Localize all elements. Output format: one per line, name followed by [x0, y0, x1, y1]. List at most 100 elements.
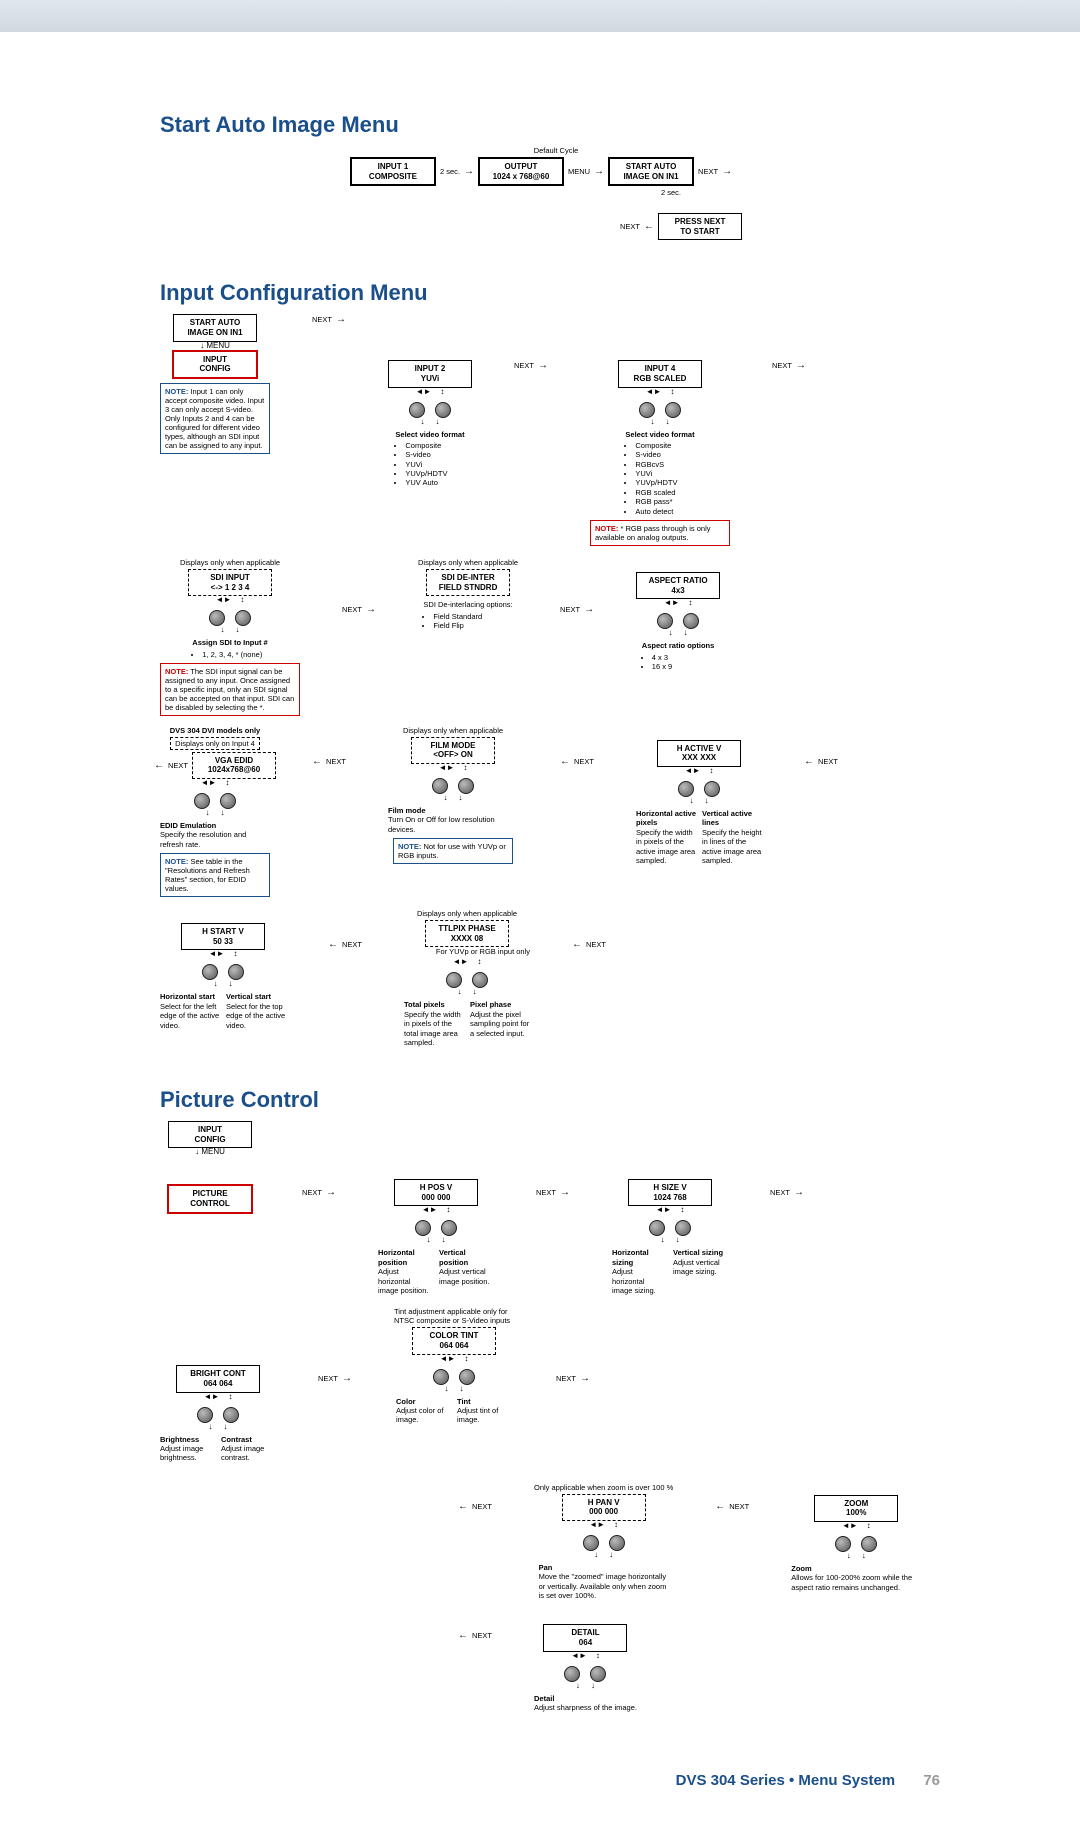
next-label: NEXT	[574, 757, 594, 766]
displays-only-label: Displays only when applicable	[418, 558, 518, 567]
section2-heading: Input Configuration Menu	[160, 280, 940, 306]
next-label: NEXT	[472, 1502, 492, 1511]
adjust-knob	[432, 778, 448, 794]
input1-box: INPUT 1 COMPOSITE	[350, 157, 436, 186]
sdi-de-opts: SDI De-interlacing options: Field Standa…	[423, 600, 512, 630]
section-picture-control: Picture Control INPUT CONFIG ↓ MENU PICT…	[160, 1087, 940, 1712]
input1-note: NOTE: Input 1 can only accept composite …	[160, 383, 270, 454]
edid-note: NOTE: See table in the "Resolutions and …	[160, 853, 270, 897]
next-label: NEXT	[302, 1188, 322, 1197]
adjust-knob	[704, 781, 720, 797]
sdi-deinter-box: SDI DE-INTER FIELD STNDRD	[426, 569, 510, 596]
adjust-knob	[590, 1666, 606, 1682]
sdi-note: NOTE: The SDI input signal can be assign…	[160, 663, 300, 716]
sdi-input-box: SDI INPUT <-> 1 2 3 4	[188, 569, 272, 596]
arrow-left-icon	[715, 1501, 725, 1512]
adjust-knob	[861, 1536, 877, 1552]
assign-sdi: Assign SDI to Input # 1, 2, 3, 4, * (non…	[192, 638, 267, 659]
arrow-icon	[580, 1373, 590, 1384]
start-auto-top-box: START AUTO IMAGE ON IN1	[173, 314, 257, 341]
menu-label: MENU	[568, 167, 590, 176]
arrow-left-icon	[458, 1630, 468, 1641]
next-label: NEXT	[536, 1188, 556, 1197]
top-gradient-bar	[0, 0, 1080, 32]
arrow-left-icon	[644, 221, 654, 232]
displays-only-label: Displays only when applicable	[403, 726, 503, 735]
arrow-left-icon	[312, 756, 322, 767]
zoom-box: ZOOM 100%	[814, 1495, 898, 1522]
input-config-box: INPUT CONFIG	[168, 1121, 252, 1148]
next-label: NEXT	[818, 757, 838, 766]
adjust-knob	[228, 964, 244, 980]
adjust-knob	[675, 1220, 691, 1236]
adjust-knob	[235, 610, 251, 626]
ar-opts: Aspect ratio options 4 x 3 16 x 9	[642, 641, 715, 671]
footer-page-number: 76	[923, 1772, 940, 1789]
next-label: NEXT	[472, 1631, 492, 1640]
tint-top-label: Tint adjustment applicable only for NTSC…	[394, 1307, 514, 1325]
displays-only-label: Displays only when applicable	[180, 558, 280, 567]
pan-top-label: Only applicable when zoom is over 100 %	[534, 1483, 673, 1492]
next-label: NEXT	[772, 361, 792, 370]
adjust-knob	[202, 964, 218, 980]
next-label: NEXT	[698, 167, 718, 176]
next-label: NEXT	[514, 361, 534, 370]
adjust-knob	[609, 1535, 625, 1551]
menu-label: MENU	[206, 341, 230, 350]
ttl-note: For YUVp or RGB input only	[436, 947, 530, 956]
adjust-knob	[197, 1407, 213, 1423]
adjust-knob	[639, 402, 655, 418]
default-cycle-label: Default Cycle	[534, 146, 579, 155]
input4-box: INPUT 4 RGB SCALED	[618, 360, 702, 387]
detail-box: DETAIL 064	[543, 1624, 627, 1651]
next-label: NEXT	[312, 315, 332, 324]
arrow-left-icon	[560, 756, 570, 767]
next-label: NEXT	[586, 940, 606, 949]
arrow-icon	[342, 1373, 352, 1384]
adjust-knob	[564, 1666, 580, 1682]
arrow-icon	[796, 360, 806, 371]
arrow-left-icon	[328, 939, 338, 950]
adjust-knob	[683, 613, 699, 629]
adjust-knob	[223, 1407, 239, 1423]
adjust-knob	[657, 613, 673, 629]
start-auto-box: START AUTO IMAGE ON IN1	[608, 157, 694, 186]
dvs-only-label: DVS 304 DVI models only	[170, 726, 260, 735]
hactive-box: H ACTIVE V XXX XXX	[657, 740, 741, 767]
adjust-knob	[678, 781, 694, 797]
adjust-knob	[459, 1369, 475, 1385]
adjust-knob	[583, 1535, 599, 1551]
arrow-icon	[464, 166, 474, 177]
color-tint-box: COLOR TINT 064 064	[412, 1327, 496, 1354]
svf-input2: Select video format Composite S-video YU…	[395, 430, 464, 488]
section3-heading: Picture Control	[160, 1087, 940, 1113]
arrow-left-icon	[804, 756, 814, 767]
vga-edid-box: VGA EDID 1024x768@60	[192, 752, 276, 779]
arrow-icon	[594, 166, 604, 177]
adjust-knob	[220, 793, 236, 809]
next-label: NEXT	[560, 605, 580, 614]
press-next-box: PRESS NEXT TO START	[658, 213, 742, 240]
arrow-icon	[722, 166, 732, 177]
adjust-knob	[194, 793, 210, 809]
hpan-box: H PAN V 000 000	[562, 1494, 646, 1521]
page-footer: DVS 304 Series • Menu System 76	[160, 1772, 940, 1789]
displays-i4-label: Displays only on Input 4	[170, 737, 260, 750]
adjust-knob	[665, 402, 681, 418]
film-note: NOTE: Not for use with YUVp or RGB input…	[393, 838, 513, 864]
rgb-pass-note: NOTE: * RGB pass through is only availab…	[590, 520, 730, 546]
arrow-icon	[794, 1187, 804, 1198]
output-box: OUTPUT 1024 x 768@60	[478, 157, 564, 186]
adjust-knob	[415, 1220, 431, 1236]
twosec-label: 2 sec.	[440, 167, 460, 176]
next-label: NEXT	[620, 222, 640, 231]
adjust-knob	[435, 402, 451, 418]
adjust-knob	[209, 610, 225, 626]
adjust-knob	[835, 1536, 851, 1552]
section1-heading: Start Auto Image Menu	[160, 112, 940, 138]
next-label: NEXT	[556, 1374, 576, 1383]
arrow-icon	[584, 604, 594, 615]
hsize-box: H SIZE V 1024 768	[628, 1179, 712, 1206]
bright-cont-box: BRIGHT CONT 064 064	[176, 1365, 260, 1392]
film-mode-box: FILM MODE <OFF> ON	[411, 737, 495, 764]
